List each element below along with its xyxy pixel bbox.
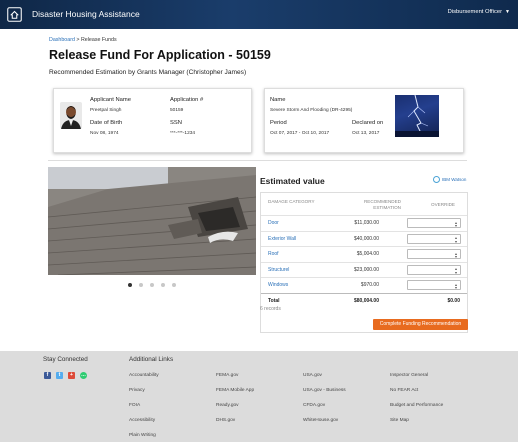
override-input[interactable]: ▴ ▾: [407, 233, 461, 244]
declared-value: Oct 13, 2017: [352, 131, 380, 136]
page-subtitle: Recommended Estimation by Grants Manager…: [49, 69, 247, 76]
footer: Stay Connected f t + … Additional Links …: [0, 351, 518, 442]
footer-link[interactable]: Inspector General: [390, 373, 428, 378]
top-navbar: Disaster Housing Assistance Disbursement…: [0, 0, 518, 29]
stepper-icon[interactable]: ▴ ▾: [455, 251, 457, 259]
chevron-down-icon[interactable]: ▼: [505, 9, 510, 15]
section-divider: [48, 160, 467, 161]
table-row: Structurel $23,000.00 ▴ ▾: [261, 261, 467, 278]
footer-link[interactable]: Accessibility: [129, 418, 155, 423]
override-input[interactable]: ▴ ▾: [407, 280, 461, 290]
footer-link[interactable]: FEMA.gov: [216, 373, 238, 378]
footer-link[interactable]: FOIA: [129, 403, 140, 408]
stepper-icon[interactable]: ▴ ▾: [455, 236, 457, 244]
applicant-name-label: Applicant Name: [90, 97, 131, 103]
estimation-table: DAMAGE CATEGORY RECOMMENDED ESTIMATION O…: [260, 192, 468, 333]
facebook-icon[interactable]: f: [44, 372, 51, 379]
google-plus-icon[interactable]: +: [68, 372, 75, 379]
breadcrumb-separator: >: [76, 37, 80, 43]
footer-link[interactable]: WhiteHouse.gov: [303, 418, 338, 423]
stepper-icon[interactable]: ▴ ▾: [455, 267, 457, 275]
carousel-dot-3[interactable]: [150, 283, 154, 287]
table-row: Roof $5,004.00 ▴ ▾: [261, 246, 467, 262]
footer-link[interactable]: Plain Writing: [129, 433, 156, 438]
total-recommended: $80,004.00: [353, 297, 379, 304]
carousel-dot-2[interactable]: [139, 283, 143, 287]
total-override: $0.00: [447, 297, 460, 304]
recommended-amount: $40,000.00: [353, 235, 379, 242]
footer-link[interactable]: Site Map: [390, 418, 409, 423]
carousel-dot-5[interactable]: [172, 283, 176, 287]
carousel-dot-4[interactable]: [161, 283, 165, 287]
additional-links-heading: Additional Links: [129, 356, 174, 363]
house-logo-icon[interactable]: [7, 7, 22, 22]
ssn-value: ***-***-1234: [170, 131, 196, 136]
estimated-value-title: Estimated value: [260, 176, 325, 186]
chat-icon[interactable]: …: [80, 372, 87, 379]
main-content: Dashboard > Release Funds Release Fund F…: [0, 29, 518, 351]
override-input[interactable]: ▴ ▾: [407, 264, 461, 275]
dob-label: Date of Birth: [90, 120, 123, 126]
ibm-watson-icon: [433, 176, 440, 183]
period-value: Oct 07, 2017 - Oct 10, 2017: [270, 131, 330, 136]
stepper-icon[interactable]: ▴ ▾: [455, 220, 457, 228]
override-header: OVERRIDE: [431, 202, 455, 207]
breadcrumb-current: Release Funds: [80, 37, 117, 43]
applicant-card: Applicant Name Preetpal Singh Applicatio…: [53, 88, 252, 153]
damage-photo[interactable]: [48, 167, 256, 275]
ssn-label: SSN: [170, 120, 182, 126]
footer-link[interactable]: Accountability: [129, 373, 159, 378]
category-link-windows[interactable]: Windows: [268, 282, 288, 288]
table-row: Exterior Wall $40,000.00 ▴ ▾: [261, 230, 467, 247]
recommended-amount: $11,030.00: [354, 220, 379, 226]
recommended-estimation-header: RECOMMENDED ESTIMATION: [363, 199, 401, 210]
total-row: Total $80,004.00 $0.00: [261, 292, 467, 307]
category-link-structurel[interactable]: Structurel: [268, 267, 289, 273]
user-role-menu[interactable]: Disbursement Officer: [448, 9, 502, 15]
recommended-amount: $970.00: [360, 282, 379, 288]
footer-link[interactable]: USA.gov: [303, 373, 322, 378]
carousel-dot-1[interactable]: [128, 283, 132, 287]
footer-link[interactable]: Privacy: [129, 388, 145, 393]
total-label: Total: [268, 297, 280, 304]
category-link-door[interactable]: Door: [268, 220, 279, 226]
period-label: Period: [270, 120, 287, 126]
recommended-amount: $23,000.00: [353, 266, 379, 273]
breadcrumb-dashboard-link[interactable]: Dashboard: [49, 37, 75, 43]
storm-image: [395, 95, 439, 137]
table-row: Windows $970.00 ▴ ▾: [261, 277, 467, 293]
dob-value: Nov 08, 1974: [90, 131, 119, 136]
breadcrumb: Dashboard > Release Funds: [49, 37, 117, 43]
app-title: Disaster Housing Assistance: [32, 9, 140, 19]
ibm-watson-label: IBM Watson: [442, 177, 467, 182]
complete-funding-recommendation-button[interactable]: Complete Funding Recommendation: [373, 319, 468, 330]
twitter-icon[interactable]: t: [56, 372, 63, 379]
footer-link[interactable]: CFDA.gov: [303, 403, 325, 408]
override-input[interactable]: ▴ ▾: [407, 218, 461, 228]
page-title: Release Fund For Application - 50159: [49, 48, 271, 62]
category-link-roof[interactable]: Roof: [268, 251, 279, 257]
applicant-avatar: [60, 102, 82, 129]
footer-link[interactable]: USA.gov - Business: [303, 388, 346, 393]
application-number-label: Application #: [170, 97, 204, 103]
override-input[interactable]: ▴ ▾: [407, 249, 461, 259]
recommended-amount: $5,004.00: [356, 251, 379, 257]
stay-connected-heading: Stay Connected: [43, 356, 88, 363]
stepper-icon[interactable]: ▴ ▾: [455, 282, 457, 290]
disaster-name-value: Severe Storm And Flooding (DR-4295): [270, 108, 353, 113]
table-row: Door $11,030.00 ▴ ▾: [261, 215, 467, 231]
application-number-value: 50159: [170, 108, 184, 113]
footer-link[interactable]: Budget and Performance: [390, 403, 443, 408]
declared-label: Declared on: [352, 120, 384, 126]
footer-link[interactable]: FEMA Mobile App: [216, 388, 254, 393]
disaster-card: Name Severe Storm And Flooding (DR-4295)…: [264, 88, 464, 153]
footer-link[interactable]: No FEAR Act: [390, 388, 418, 393]
damage-category-header: DAMAGE CATEGORY: [268, 199, 315, 204]
footer-link[interactable]: Ready.gov: [216, 403, 239, 408]
disaster-name-label: Name: [270, 97, 286, 103]
footer-link[interactable]: DHS.gov: [216, 418, 235, 423]
category-link-exterior-wall[interactable]: Exterior Wall: [268, 236, 296, 242]
records-count: 6 records: [260, 306, 281, 312]
applicant-name-value: Preetpal Singh: [90, 108, 122, 113]
